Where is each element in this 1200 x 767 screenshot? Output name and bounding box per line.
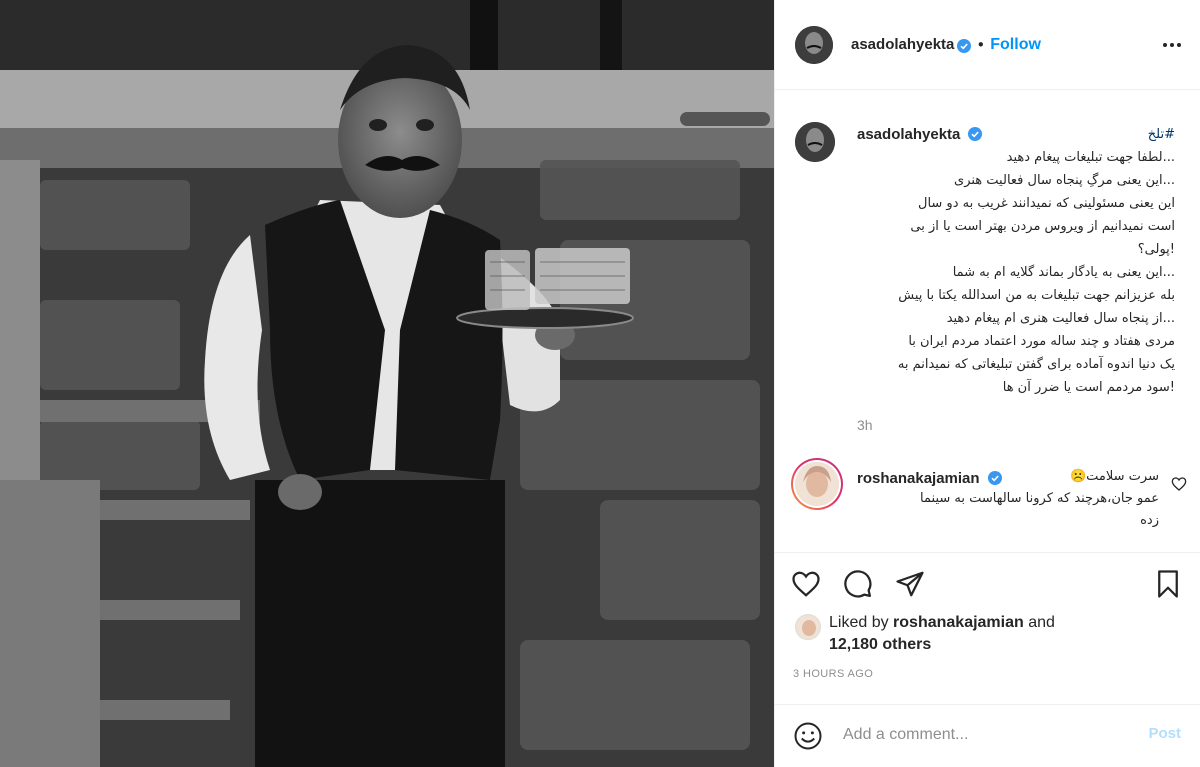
liker-avatar[interactable] (795, 614, 821, 640)
commenter-avatar[interactable] (795, 462, 839, 506)
commenter-avatar-frame (793, 460, 841, 508)
likes-text: Liked by roshanakajamian and 12,180 othe… (829, 612, 1189, 656)
comment-like-heart-icon[interactable] (1171, 476, 1187, 492)
comment-line: سرت سلامت☹️ (1069, 469, 1159, 484)
caption-line: ...از پنجاه سال فعالیت هنری ام پیغام دهی… (946, 311, 1175, 326)
add-comment-bar: Post (775, 704, 1200, 767)
share-icon[interactable] (895, 569, 925, 599)
caption-author-avatar[interactable] (795, 122, 835, 162)
post-comment-button[interactable]: Post (1148, 725, 1181, 742)
comment-icon[interactable] (843, 569, 873, 599)
post-image[interactable] (0, 0, 774, 767)
emoji-icon[interactable] (793, 721, 823, 751)
post-photo-illustration (0, 0, 774, 767)
caption-line: !سود مردمم است یا ضرر آن ها (1002, 380, 1175, 395)
bookmark-icon[interactable] (1153, 569, 1183, 599)
caption-time[interactable]: 3h (857, 417, 873, 433)
likes-joiner: and (1028, 614, 1055, 631)
liker-username[interactable]: roshanakajamian (893, 614, 1024, 631)
caption-hashtag[interactable]: #تلخ (1148, 127, 1175, 142)
commenter-story-ring[interactable] (791, 458, 843, 510)
caption-line: مردی هفتاد و چند ساله مورد اعتماد مردم ا… (908, 334, 1175, 349)
post-side-panel: asadolahyekta • Follow asadolahyekta #تل… (774, 0, 1200, 767)
post-timestamp[interactable]: 3 HOURS AGO (793, 668, 873, 680)
likes-prefix: Liked by (829, 614, 889, 631)
caption-line: !پولی؟ (1137, 242, 1175, 257)
comment-text: سرت سلامت☹️ عمو جان،هرچند که کرونا سالها… (857, 466, 1159, 532)
comment-line: عمو جان،هرچند که کرونا سالهاست به سینما (920, 491, 1159, 506)
author-username[interactable]: asadolahyekta (851, 36, 954, 53)
header-separator: • (976, 35, 986, 54)
caption-line: یک دنیا اندوه آماده برای گفتن تبلیغاتی ک… (897, 357, 1175, 372)
comment-line: زده (1140, 513, 1159, 528)
heart-icon[interactable] (791, 569, 821, 599)
caption-line: ...این یعنی به یادگار بماند گلایه ام به … (952, 265, 1175, 280)
verified-badge-icon (957, 38, 972, 53)
caption-line: ...این یعنی مرگِ پنجاه سال فعالیت هنری (954, 173, 1175, 188)
comment-input[interactable] (843, 719, 1123, 751)
post-header: asadolahyekta • Follow (775, 0, 1200, 90)
follow-button[interactable]: Follow (990, 36, 1041, 54)
caption-line: ...لطفا جهت تبلیغات پیغام دهید (1006, 150, 1175, 165)
author-avatar[interactable] (795, 25, 833, 64)
more-options-icon[interactable] (1161, 34, 1183, 56)
caption-hashtag-line: #تلخ (857, 123, 1175, 146)
post-actions-bar (775, 552, 1200, 612)
caption-line: این یعنی مسئولینی که نمیدانند غریب به دو… (918, 196, 1175, 211)
likes-others-count[interactable]: 12,180 others (829, 636, 931, 653)
caption-text: #تلخ ...لطفا جهت تبلیغات پیغام دهید ...ا… (857, 123, 1175, 399)
caption-line: بله عزیزانم جهت تبلیغات به من اسدالله یک… (898, 288, 1175, 303)
caption-line: است نمیدانیم از ویروس مردن بهتر است یا ا… (910, 219, 1175, 234)
